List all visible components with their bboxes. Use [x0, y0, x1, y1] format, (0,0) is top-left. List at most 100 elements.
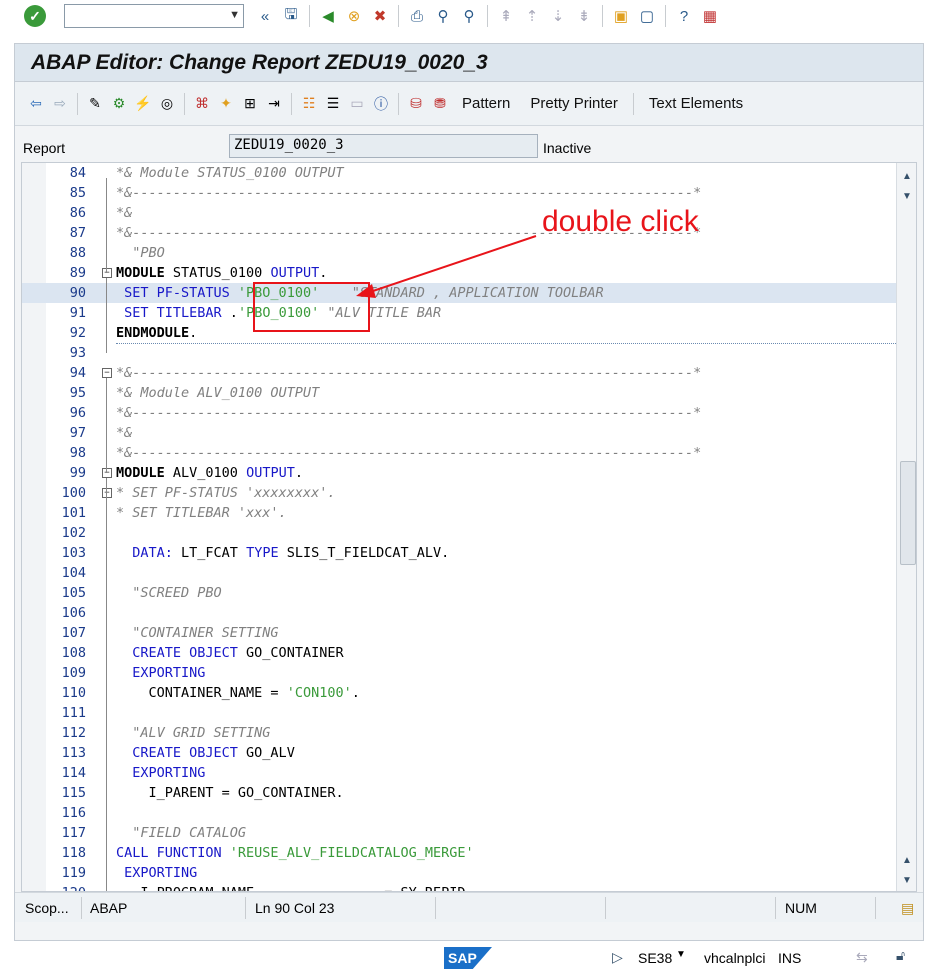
code-line[interactable]: 113 CREATE OBJECT GO_ALV: [22, 743, 896, 763]
breakpoint-icon[interactable]: ⛁: [405, 93, 427, 115]
pretty-printer-button[interactable]: Pretty Printer: [530, 95, 618, 112]
test-icon[interactable]: ◎: [156, 93, 178, 115]
code-line[interactable]: 99 − MODULE ALV_0100 OUTPUT.: [22, 463, 896, 483]
command-field[interactable]: ▼: [64, 4, 244, 28]
code-line[interactable]: 115 I_PARENT = GO_CONTAINER.: [22, 783, 896, 803]
collapse-icon[interactable]: «: [254, 5, 276, 27]
display-change-icon[interactable]: ✎: [84, 93, 106, 115]
code-line[interactable]: 105 "SCREED PBO: [22, 583, 896, 603]
where-used-icon[interactable]: ⌘: [191, 93, 213, 115]
new-session-icon[interactable]: ▣: [610, 5, 632, 27]
code-line[interactable]: 109 EXPORTING: [22, 663, 896, 683]
code-line[interactable]: 116: [22, 803, 896, 823]
first-page-icon[interactable]: ⇞: [495, 5, 517, 27]
code-line[interactable]: 88 "PBO: [22, 243, 896, 263]
layout-icon[interactable]: ▦: [699, 5, 721, 27]
shortcut-icon[interactable]: ▢: [636, 5, 658, 27]
code-line[interactable]: 120 I_PROGRAM_NAME = SY-REPID: [22, 883, 896, 891]
scroll-up-icon[interactable]: ▲: [902, 855, 912, 866]
exit-icon[interactable]: ⊗: [343, 5, 365, 27]
code-line[interactable]: 117 "FIELD CATALOG: [22, 823, 896, 843]
num-lock-status: NUM: [785, 900, 817, 916]
activate-icon[interactable]: ⚡: [132, 93, 154, 115]
hierarchy-icon[interactable]: ☷: [298, 93, 320, 115]
fold-toggle-icon[interactable]: −: [102, 468, 112, 478]
code-line[interactable]: 97 *&: [22, 423, 896, 443]
last-page-icon[interactable]: ⇟: [573, 5, 595, 27]
code-token: * SET TITLEBAR 'xxx'.: [116, 505, 287, 521]
code-line[interactable]: 101 * SET TITLEBAR 'xxx'.: [22, 503, 896, 523]
code-line[interactable]: 119 EXPORTING: [22, 863, 896, 883]
scroll-up-icon[interactable]: ▲: [902, 171, 912, 182]
display-object-icon[interactable]: ⇥: [263, 93, 285, 115]
play-icon[interactable]: ▷: [612, 949, 623, 966]
help-icon[interactable]: ?: [673, 5, 695, 27]
object-list-icon[interactable]: ✦: [215, 93, 237, 115]
navigation-icon[interactable]: ⊞: [239, 93, 261, 115]
dictionary-icon[interactable]: ▭: [346, 93, 368, 115]
next-page-icon[interactable]: ⇣: [547, 5, 569, 27]
fold-toggle-icon[interactable]: −: [102, 268, 112, 278]
chevron-down-icon[interactable]: ▼: [676, 949, 686, 960]
cancel-icon[interactable]: ✖: [369, 5, 391, 27]
code-token: EXPORTING: [116, 865, 198, 881]
code-line[interactable]: 106: [22, 603, 896, 623]
code-line[interactable]: 89 − MODULE STATUS_0100 OUTPUT.: [22, 263, 896, 283]
text-elements-button[interactable]: Text Elements: [649, 95, 743, 112]
code-line[interactable]: 100 −* SET PF-STATUS 'xxxxxxxx'.: [22, 483, 896, 503]
code-line[interactable]: 107 "CONTAINER SETTING: [22, 623, 896, 643]
code-line[interactable]: 92 ENDMODULE.: [22, 323, 896, 343]
report-name-field[interactable]: ZEDU19_0020_3: [229, 134, 538, 158]
code-line[interactable]: 102: [22, 523, 896, 543]
code-line[interactable]: 118 CALL FUNCTION 'REUSE_ALV_FIELDCATALOG…: [22, 843, 896, 863]
scroll-thumb[interactable]: [900, 461, 916, 565]
forward-arrow-icon[interactable]: ⇨: [49, 93, 71, 115]
back-icon[interactable]: ◀: [317, 5, 339, 27]
previous-page-icon[interactable]: ⇡: [521, 5, 543, 27]
vertical-scrollbar[interactable]: ▲ ▼ ▲ ▼: [896, 163, 916, 891]
find-icon[interactable]: ⚲: [432, 5, 454, 27]
code-line[interactable]: 111: [22, 703, 896, 723]
code-line[interactable]: 108 CREATE OBJECT GO_CONTAINER: [22, 643, 896, 663]
notes-icon[interactable]: ▤: [901, 900, 914, 917]
check-icon[interactable]: ⚙: [108, 93, 130, 115]
code-line[interactable]: 112 "ALV GRID SETTING: [22, 723, 896, 743]
code-token: .: [351, 685, 360, 701]
fold-guide: [106, 178, 107, 273]
code-line[interactable]: 95 *& Module ALV_0100 OUTPUT: [22, 383, 896, 403]
line-number: 117: [61, 825, 86, 841]
code-line[interactable]: 85 *&------------------------------------…: [22, 183, 896, 203]
code-line[interactable]: 93: [22, 343, 896, 363]
code-line[interactable]: 104: [22, 563, 896, 583]
code-editor[interactable]: 84 *& Module STATUS_0100 OUTPUT 85 *&------…: [21, 162, 917, 892]
print-icon[interactable]: ⎙: [406, 5, 428, 27]
code-line[interactable]: 87 *&------------------------------------…: [22, 223, 896, 243]
scroll-down-icon[interactable]: ▼: [902, 875, 912, 886]
save-icon[interactable]: 🖫: [280, 5, 302, 27]
session-breakpoint-icon[interactable]: ⛃: [429, 93, 451, 115]
code-line[interactable]: 84 *& Module STATUS_0100 OUTPUT: [22, 163, 896, 183]
code-text: CREATE OBJECT GO_ALV: [116, 743, 295, 763]
code-line[interactable]: 103 DATA: LT_FCAT TYPE SLIS_T_FIELDCAT_A…: [22, 543, 896, 563]
find-next-icon[interactable]: ⚲: [458, 5, 480, 27]
pattern-button[interactable]: Pattern: [462, 95, 510, 112]
fold-toggle-icon[interactable]: −: [102, 368, 112, 378]
fold-toggle-icon[interactable]: −: [102, 488, 112, 498]
scroll-down-icon[interactable]: ▼: [902, 191, 912, 202]
code-line[interactable]: 96 *&------------------------------------…: [22, 403, 896, 423]
chevron-down-icon[interactable]: ▼: [229, 9, 240, 21]
line-number: 95: [69, 385, 86, 401]
enter-icon[interactable]: ✓: [24, 5, 46, 27]
enhance-icon[interactable]: ☰: [322, 93, 344, 115]
code-line[interactable]: 114 EXPORTING: [22, 763, 896, 783]
code-area[interactable]: 84 *& Module STATUS_0100 OUTPUT 85 *&------…: [22, 163, 896, 891]
code-line[interactable]: 94 − *&-----------------------------------…: [22, 363, 896, 383]
code-line[interactable]: 91 SET TITLEBAR .'PBO_0100' "ALV TITLE B…: [22, 303, 896, 323]
info-icon[interactable]: ⓘ: [370, 93, 392, 115]
code-line[interactable]: 86 *&: [22, 203, 896, 223]
code-line[interactable]: 90 SET PF-STATUS 'PBO_0100' "STANDARD , …: [22, 283, 896, 303]
code-line[interactable]: 98 *&------------------------------------…: [22, 443, 896, 463]
code-text: *&--------------------------------------…: [116, 403, 701, 423]
back-arrow-icon[interactable]: ⇦: [25, 93, 47, 115]
code-line[interactable]: 110 CONTAINER_NAME = 'CON100'.: [22, 683, 896, 703]
